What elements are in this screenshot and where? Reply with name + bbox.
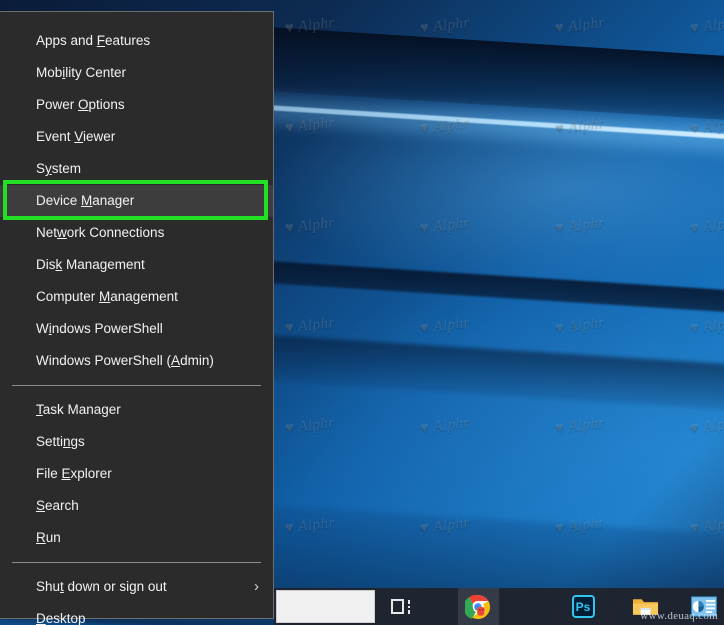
site-watermark: www.deuaq.com <box>640 610 718 622</box>
chrome-glyph <box>465 594 491 619</box>
menu-separator <box>12 562 261 563</box>
menu-item-computer-management[interactable]: Computer Management <box>0 281 273 313</box>
menu-item-label: Shut down or sign out <box>36 579 167 594</box>
menu-item-windows-powershell-admin[interactable]: Windows PowerShell (Admin) <box>0 345 273 377</box>
menu-item-disk-management[interactable]: Disk Management <box>0 249 273 281</box>
power-user-menu-list: Apps and Features Mobility Center Power Op… <box>0 25 273 625</box>
menu-item-shut-down-or-sign-out[interactable]: Shut down or sign out › <box>0 571 273 603</box>
menu-item-label: Search <box>36 498 79 513</box>
menu-item-search[interactable]: Search <box>0 490 273 522</box>
menu-item-label: Windows PowerShell (Admin) <box>36 353 214 368</box>
menu-item-windows-powershell[interactable]: Windows PowerShell <box>0 313 273 345</box>
menu-item-event-viewer[interactable]: Event Viewer <box>0 121 273 153</box>
menu-item-device-manager[interactable]: Device Manager <box>0 185 273 217</box>
menu-item-label: Apps and Features <box>36 33 151 48</box>
menu-item-run[interactable]: Run <box>0 522 273 554</box>
menu-item-system[interactable]: System <box>0 153 273 185</box>
photoshop-glyph: Ps <box>571 595 595 618</box>
menu-item-label: Disk Management <box>36 257 145 272</box>
menu-item-file-explorer[interactable]: File Explorer <box>0 458 273 490</box>
menu-separator <box>12 385 261 386</box>
menu-item-label: Run <box>36 530 61 545</box>
menu-item-label: Task Manager <box>36 402 121 417</box>
menu-item-network-connections[interactable]: Network Connections <box>0 217 273 249</box>
adobe-photoshop-icon[interactable]: Ps <box>563 588 604 625</box>
chevron-right-icon: › <box>254 578 259 595</box>
menu-item-label: Windows PowerShell <box>36 321 163 336</box>
menu-item-label: Computer Management <box>36 289 178 304</box>
menu-item-label: File Explorer <box>36 466 112 481</box>
menu-item-task-manager[interactable]: Task Manager <box>0 394 273 426</box>
task-view-icon[interactable] <box>380 588 421 625</box>
menu-item-label: Desktop <box>36 611 86 625</box>
menu-item-settings[interactable]: Settings <box>0 426 273 458</box>
menu-item-label: Settings <box>36 434 85 449</box>
power-user-menu: Apps and Features Mobility Center Power Op… <box>0 11 274 625</box>
screen: ♥ Alphr♥ Alphr♥ Alphr♥ Alphr♥ Alphr♥ Alp… <box>0 0 724 625</box>
menu-item-label: Network Connections <box>36 225 165 240</box>
menu-item-power-options[interactable]: Power Options <box>0 89 273 121</box>
taskbar-search-input[interactable] <box>276 590 376 623</box>
menu-item-apps-and-features[interactable]: Apps and Features <box>0 25 273 57</box>
menu-item-desktop[interactable]: Desktop <box>0 603 273 625</box>
menu-item-label: System <box>36 161 82 176</box>
menu-item-mobility-center[interactable]: Mobility Center <box>0 57 273 89</box>
menu-item-label: Event Viewer <box>36 129 116 144</box>
google-chrome-icon[interactable] <box>457 588 499 625</box>
task-view-glyph <box>391 599 411 614</box>
menu-item-label: Power Options <box>36 97 125 112</box>
menu-item-label: Device Manager <box>36 193 135 208</box>
menu-item-label: Mobility Center <box>36 65 127 80</box>
